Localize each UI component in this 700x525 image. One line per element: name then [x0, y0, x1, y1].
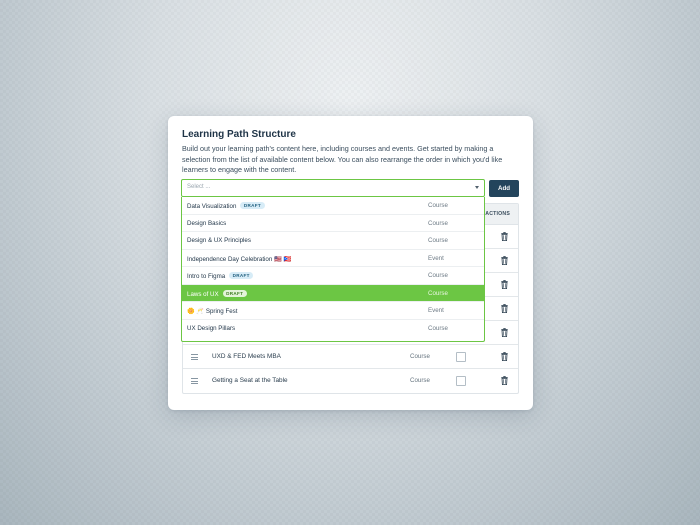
option-name: Independence Day Celebration 🇺🇸 🇵🇷 — [187, 255, 292, 263]
add-button[interactable]: Add — [489, 180, 519, 197]
option-type: Course — [428, 272, 448, 279]
select-placeholder: Select ... — [187, 184, 211, 190]
trash-icon[interactable] — [501, 304, 508, 313]
card-title: Learning Path Structure — [182, 129, 296, 140]
dropdown-option[interactable]: Data Visualization DRAFT Course — [182, 197, 484, 215]
actions-column-header: ACTIONS — [485, 211, 510, 217]
row-type: Course — [410, 353, 430, 360]
option-type: Course — [428, 324, 448, 332]
option-name: Intro to Figma DRAFT — [187, 272, 254, 280]
card-description: Build out your learning path's content h… — [182, 144, 503, 175]
dropdown-option[interactable]: Design & UX Principles Course — [182, 232, 484, 250]
draft-badge: DRAFT — [229, 272, 254, 279]
caret-down-icon — [475, 186, 479, 189]
row-checkbox[interactable] — [456, 352, 466, 362]
option-type: Course — [428, 202, 448, 209]
option-name: 🌼 🥂 Spring Fest — [187, 308, 238, 315]
trash-icon[interactable] — [501, 256, 508, 265]
option-name: Design Basics — [187, 219, 227, 227]
dropdown-option[interactable]: 🌼 🥂 Spring Fest Event — [182, 302, 484, 320]
table-row: Getting a Seat at the Table Course — [183, 369, 518, 393]
table-row: UXD & FED Meets MBA Course — [183, 345, 518, 369]
trash-icon[interactable] — [501, 352, 508, 361]
dropdown-option[interactable]: Independence Day Celebration 🇺🇸 🇵🇷 Event — [182, 250, 484, 267]
option-type: Event — [428, 307, 444, 314]
trash-icon[interactable] — [501, 328, 508, 337]
select-dropdown-menu: Data Visualization DRAFT Course Design Ba… — [181, 197, 485, 342]
option-name: UX Design Pillars — [187, 324, 236, 332]
option-type: Course — [428, 289, 448, 297]
trash-icon[interactable] — [501, 280, 508, 289]
trash-icon[interactable] — [501, 376, 508, 385]
learning-path-card: Learning Path Structure Build out your l… — [168, 116, 533, 410]
option-name: Design & UX Principles — [187, 237, 251, 244]
content-select[interactable]: Select ... — [181, 179, 485, 197]
option-name: Data Visualization DRAFT — [187, 202, 265, 210]
dropdown-option-selected[interactable]: Laws of UX DRAFT Course — [182, 284, 484, 302]
row-name: Getting a Seat at the Table — [212, 377, 288, 384]
option-name: Laws of UX DRAFT — [187, 289, 247, 298]
draft-badge: DRAFT — [222, 289, 247, 297]
drag-handle-icon[interactable] — [191, 378, 198, 384]
trash-icon[interactable] — [501, 232, 508, 241]
option-type: Course — [428, 219, 448, 227]
drag-handle-icon[interactable] — [191, 354, 198, 360]
row-name: UXD & FED Meets MBA — [212, 353, 281, 360]
dropdown-option[interactable]: Design Basics Course — [182, 215, 484, 232]
row-type: Course — [410, 377, 430, 384]
row-checkbox[interactable] — [456, 376, 466, 386]
dropdown-option[interactable]: UX Design Pillars Course — [182, 320, 484, 338]
option-type: Course — [428, 237, 448, 244]
draft-badge: DRAFT — [240, 202, 265, 209]
option-type: Event — [428, 254, 444, 262]
dropdown-option[interactable]: Intro to Figma DRAFT Course — [182, 267, 484, 285]
